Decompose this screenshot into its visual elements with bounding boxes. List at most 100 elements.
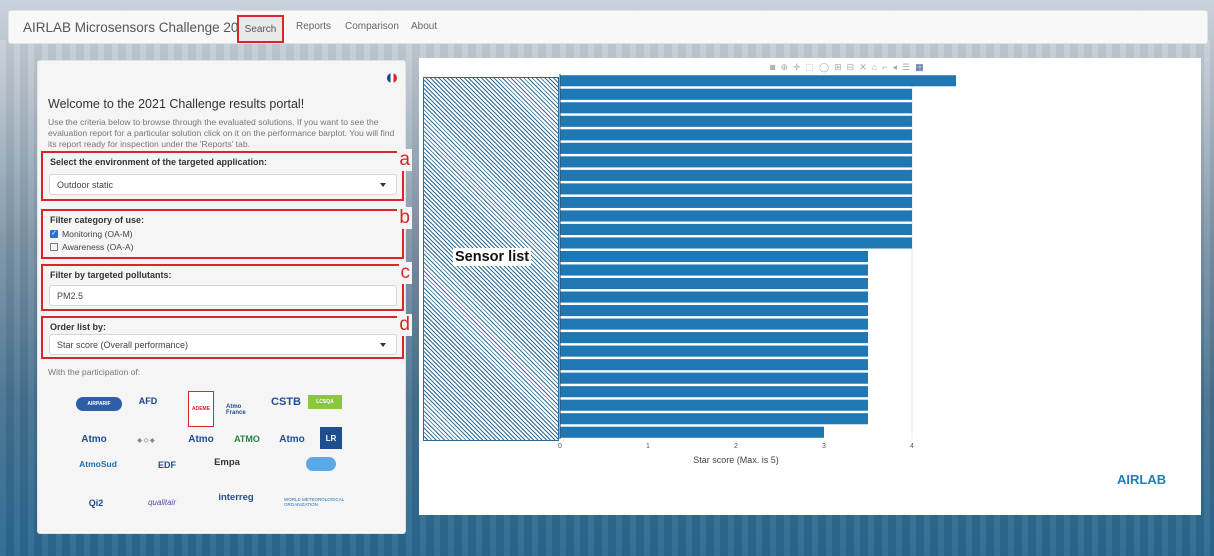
category-label: Filter category of use: xyxy=(50,215,145,225)
monitoring-label: Monitoring (OA-M) xyxy=(62,229,133,239)
french-flag-icon[interactable] xyxy=(387,73,397,83)
order-label: Order list by: xyxy=(50,322,107,332)
qualitair-logo: qualitair xyxy=(147,497,176,507)
order-select-value: Star score (Overall performance) xyxy=(57,340,189,350)
bar-21[interactable] xyxy=(560,345,868,357)
airlab-logo: AIRLAB xyxy=(1117,472,1167,487)
bar-19[interactable] xyxy=(560,318,868,330)
pollutants-label: Filter by targeted pollutants: xyxy=(50,270,172,280)
zoom-out-icon[interactable]: ⊟ xyxy=(847,62,855,74)
lcsqa-logo: LCSQA xyxy=(308,395,342,409)
checkbox-unchecked-icon[interactable] xyxy=(50,243,58,251)
bar-12[interactable] xyxy=(560,223,912,236)
x-axis-title: Star score (Max. is 5) xyxy=(693,455,779,465)
autoscale-icon[interactable]: ✕ xyxy=(859,62,867,74)
tab-about[interactable]: About xyxy=(411,21,437,32)
x-tick-label: 0 xyxy=(558,443,562,450)
pollutants-input-value: PM2.5 xyxy=(57,291,84,301)
pollutants-input[interactable]: PM2.5 xyxy=(49,285,397,306)
environment-select[interactable]: Outdoor static xyxy=(49,174,397,195)
annotation-letter-a: a xyxy=(397,149,412,171)
bar-15[interactable] xyxy=(560,264,868,276)
bar-11[interactable] xyxy=(560,210,912,222)
bar-27[interactable] xyxy=(560,426,824,438)
bar-4[interactable] xyxy=(560,115,912,127)
camera-icon[interactable]: ◙ xyxy=(770,62,775,74)
tab-search-label: Search xyxy=(244,23,277,35)
annotation-letter-b: b xyxy=(397,207,412,229)
partner-logos: AIRPARIF AFD ADEME Atmo France CSTB LCSQ… xyxy=(76,391,376,521)
awareness-label: Awareness (OA-A) xyxy=(62,242,134,252)
bar-3[interactable] xyxy=(560,102,912,114)
bar-22[interactable] xyxy=(560,359,868,371)
pollutants-section: Filter by targeted pollutants: c PM2.5 xyxy=(41,262,412,311)
category-section: Filter category of use: b ✓ Monitoring (… xyxy=(41,207,412,259)
bar-25[interactable] xyxy=(560,399,868,411)
checkbox-checked-icon[interactable]: ✓ xyxy=(50,230,58,238)
tab-comparison[interactable]: Comparison xyxy=(345,21,399,32)
bar-10[interactable] xyxy=(560,196,912,208)
bar-2[interactable] xyxy=(560,88,912,100)
box-select-icon[interactable]: ⬚ xyxy=(806,62,815,74)
spike-icon[interactable]: ⌐ xyxy=(882,62,887,74)
atmo-logo-4: Atmo xyxy=(279,433,305,445)
bar-13[interactable] xyxy=(560,237,912,249)
bar-8[interactable] xyxy=(560,169,912,181)
pan-icon[interactable]: ✛ xyxy=(793,62,801,74)
afd-logo: AFD xyxy=(138,396,158,406)
bar-1[interactable] xyxy=(560,75,956,87)
empa-logo: Empa xyxy=(214,456,240,468)
monitoring-checkbox-row[interactable]: ✓ Monitoring (OA-M) xyxy=(50,229,133,239)
x-tick-label: 4 xyxy=(910,443,914,450)
edf-logo: EDF xyxy=(158,460,176,470)
bar-9[interactable] xyxy=(560,183,912,195)
cstb-logo: CSTB xyxy=(271,396,301,408)
bar-16[interactable] xyxy=(560,277,868,290)
bar-14[interactable] xyxy=(560,250,868,263)
sensor-list-label: Sensor list xyxy=(453,248,532,266)
tab-search[interactable]: Search xyxy=(237,15,284,43)
lasso-icon[interactable]: ◯ xyxy=(819,62,829,74)
hover-compare-icon[interactable]: ☰ xyxy=(902,62,910,74)
annotation-letter-c: c xyxy=(398,262,412,284)
atmo-logo-2: Atmo xyxy=(188,433,214,445)
bar-23[interactable] xyxy=(560,372,868,384)
bar-7[interactable] xyxy=(560,156,912,168)
awareness-checkbox-row[interactable]: Awareness (OA-A) xyxy=(50,242,133,252)
bar-5[interactable] xyxy=(560,129,912,141)
air-quality-logo: ◆ ◇ ◆ xyxy=(137,437,155,444)
bar-18[interactable] xyxy=(560,305,868,317)
participation-label: With the participation of: xyxy=(48,367,141,377)
navbar: AIRLAB Microsensors Challenge 2021 Searc… xyxy=(8,10,1208,44)
ademe-logo: ADEME xyxy=(188,391,214,427)
order-select[interactable]: Star score (Overall performance) xyxy=(49,334,397,355)
atmo-logo-1: Atmo xyxy=(81,433,107,445)
atmosud-logo: AtmoSud xyxy=(79,459,117,469)
brand-title[interactable]: AIRLAB Microsensors Challenge 2021 xyxy=(23,20,253,35)
x-tick-label: 2 xyxy=(734,443,738,450)
order-section: Order list by: d Star score (Overall per… xyxy=(41,314,412,359)
annotation-letter-d: d xyxy=(397,314,412,336)
x-tick-label: 1 xyxy=(646,443,650,450)
caret-down-icon xyxy=(380,343,386,347)
tab-reports[interactable]: Reports xyxy=(296,21,331,32)
airparif-logo: AIRPARIF xyxy=(76,397,122,411)
chart-panel: 0 1 2 3 4 Star score (Max. is 5) ◙ ⊕ ✛ ⬚ ◯ ⊞ … xyxy=(419,58,1201,515)
hover-closest-icon[interactable]: ◂ xyxy=(892,62,897,74)
zoom-icon[interactable]: ⊕ xyxy=(780,62,788,74)
atmo-logo-3: ATMO xyxy=(234,434,260,444)
bar-24[interactable] xyxy=(560,386,868,398)
atmo-france-logo: Atmo France xyxy=(226,404,246,416)
bar-6[interactable] xyxy=(560,142,912,154)
plotly-logo-icon[interactable]: ▦ xyxy=(915,62,924,74)
bar-20[interactable] xyxy=(560,332,868,344)
intro-text: Use the criteria below to browse through… xyxy=(48,117,395,149)
plot-toolbar: ◙ ⊕ ✛ ⬚ ◯ ⊞ ⊟ ✕ ⌂ ⌐ ◂ ☰ ▦ xyxy=(770,62,924,74)
bar-17[interactable] xyxy=(560,291,868,303)
environment-section: Select the environment of the targeted a… xyxy=(41,149,412,201)
bar-26[interactable] xyxy=(560,413,868,425)
home-icon[interactable]: ⌂ xyxy=(872,62,877,74)
partner-badge-logo xyxy=(306,457,336,471)
welcome-title: Welcome to the 2021 Challenge results po… xyxy=(48,97,305,111)
zoom-in-icon[interactable]: ⊞ xyxy=(834,62,842,74)
